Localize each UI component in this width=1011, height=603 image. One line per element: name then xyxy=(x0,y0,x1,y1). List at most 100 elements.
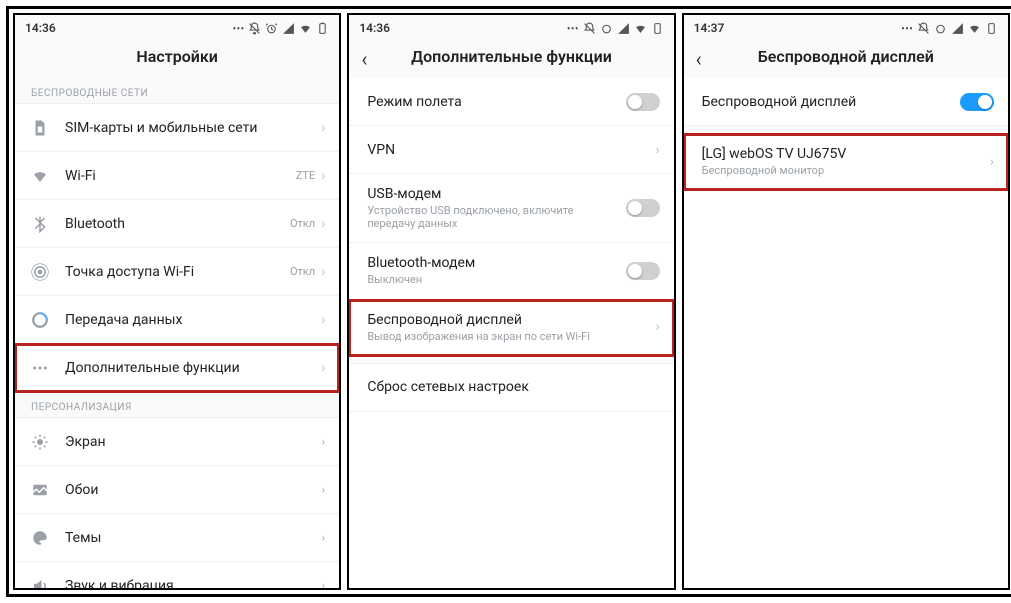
sublabel: Устройство USB подключено, включите пере… xyxy=(367,204,611,230)
brightness-icon xyxy=(29,433,51,451)
label: Сброс сетевых настроек xyxy=(367,379,659,395)
title-bar: ‹ Беспроводной дисплей xyxy=(684,39,1008,78)
label: Темы xyxy=(65,530,307,546)
wifi-icon xyxy=(299,22,312,35)
title-bar: ‹ Дополнительные функции xyxy=(349,39,673,78)
alarm-icon xyxy=(600,22,613,35)
chevron-right-icon: › xyxy=(321,482,325,498)
bell-off-icon xyxy=(917,22,930,35)
label: Беспроводной дисплей xyxy=(702,94,946,110)
row-themes[interactable]: Темы › xyxy=(15,514,339,562)
page-title: Настройки xyxy=(136,47,218,66)
signal-icon xyxy=(282,22,295,35)
more-icon: ⋯ xyxy=(232,21,244,35)
row-wireless-display[interactable]: Беспроводной дисплей Вывод изображения н… xyxy=(349,300,673,356)
wifi-icon xyxy=(29,167,51,185)
hotspot-icon xyxy=(29,263,51,281)
label: Беспроводной дисплей xyxy=(367,312,641,328)
chevron-right-icon: › xyxy=(655,319,659,335)
device-name: [LG] webOS TV UJ675V xyxy=(702,146,976,162)
chevron-right-icon: › xyxy=(321,168,325,184)
more-list[interactable]: Режим полета VPN › USB-модем Устройство … xyxy=(349,78,673,588)
row-airplane[interactable]: Режим полета xyxy=(349,78,673,126)
screen-settings: 14:36 ⋯ Настройки БЕСПРОВОДНЫЕ СЕТИ SIM-… xyxy=(13,13,341,590)
row-more-functions[interactable]: Дополнительные функции › xyxy=(15,344,339,392)
wifi-icon xyxy=(968,22,981,35)
more-icon: ⋯ xyxy=(567,21,579,35)
label: Точка доступа Wi-Fi xyxy=(65,264,276,280)
row-wdisplay-toggle[interactable]: Беспроводной дисплей xyxy=(684,78,1008,126)
battery-icon xyxy=(985,22,998,35)
label: Звук и вибрация xyxy=(65,578,307,589)
chevron-right-icon: › xyxy=(321,120,325,136)
status-icons: ⋯ xyxy=(232,21,329,35)
divider xyxy=(349,356,673,364)
wifi-status: ZTE xyxy=(296,169,315,182)
row-bluetooth[interactable]: Bluetooth Откл › xyxy=(15,200,339,248)
label: Дополнительные функции xyxy=(65,360,307,376)
row-sound[interactable]: Звук и вибрация › xyxy=(15,562,339,588)
row-data[interactable]: Передача данных › xyxy=(15,296,339,344)
chevron-right-icon: › xyxy=(321,434,325,450)
battery-icon xyxy=(651,22,664,35)
speaker-icon xyxy=(29,577,51,589)
status-time: 14:36 xyxy=(25,21,56,35)
section-wireless: БЕСПРОВОДНЫЕ СЕТИ xyxy=(15,78,339,104)
image-icon xyxy=(29,481,51,499)
label: Wi-Fi xyxy=(65,168,282,184)
status-bar: 14:37 ⋯ xyxy=(684,15,1008,39)
signal-icon xyxy=(951,22,964,35)
row-device-lg-tv[interactable]: [LG] webOS TV UJ675V Беспроводной монито… xyxy=(684,134,1008,190)
label: Экран xyxy=(65,434,307,450)
status-bar: 14:36 ⋯ xyxy=(349,15,673,39)
usb-toggle[interactable] xyxy=(626,199,660,217)
sublabel: Вывод изображения на экран по сети Wi-Fi xyxy=(367,330,641,343)
chevron-right-icon: › xyxy=(655,142,659,158)
row-display[interactable]: Экран › xyxy=(15,418,339,466)
row-wallpaper[interactable]: Обои › xyxy=(15,466,339,514)
row-sim[interactable]: SIM-карты и мобильные сети › xyxy=(15,104,339,152)
sublabel: Выключен xyxy=(367,273,611,286)
wifi-icon xyxy=(634,22,647,35)
label: Bluetooth-модем xyxy=(367,255,611,271)
divider xyxy=(684,126,1008,134)
section-personalization: ПЕРСОНАЛИЗАЦИЯ xyxy=(15,392,339,418)
status-time: 14:36 xyxy=(359,21,390,35)
chevron-right-icon: › xyxy=(321,216,325,232)
label: Режим полета xyxy=(367,94,611,110)
label: SIM-карты и мобильные сети xyxy=(65,120,307,136)
palette-icon xyxy=(29,529,51,547)
bt-tether-toggle[interactable] xyxy=(626,262,660,280)
hotspot-status: Откл xyxy=(290,265,315,278)
page-title: Беспроводной дисплей xyxy=(758,47,934,66)
bt-status: Откл xyxy=(290,217,315,230)
back-button[interactable]: ‹ xyxy=(696,47,702,71)
back-button[interactable]: ‹ xyxy=(361,47,367,71)
row-network-reset[interactable]: Сброс сетевых настроек xyxy=(349,364,673,412)
row-wifi[interactable]: Wi-Fi ZTE › xyxy=(15,152,339,200)
signal-icon xyxy=(617,22,630,35)
label: Bluetooth xyxy=(65,216,276,232)
bell-off-icon xyxy=(583,22,596,35)
row-vpn[interactable]: VPN › xyxy=(349,126,673,174)
bell-off-icon xyxy=(248,22,261,35)
chevron-right-icon: › xyxy=(321,264,325,280)
battery-icon xyxy=(316,22,329,35)
title-bar: Настройки xyxy=(15,39,339,78)
status-icons: ⋯ xyxy=(901,21,998,35)
more-icon: ⋯ xyxy=(901,21,913,35)
chevron-right-icon: › xyxy=(321,360,325,376)
settings-list[interactable]: БЕСПРОВОДНЫЕ СЕТИ SIM-карты и мобильные … xyxy=(15,78,339,588)
row-usb-tether[interactable]: USB-модем Устройство USB подключено, вкл… xyxy=(349,174,673,243)
tutorial-frame: 14:36 ⋯ Настройки БЕСПРОВОДНЫЕ СЕТИ SIM-… xyxy=(6,6,1011,597)
wdisplay-list[interactable]: Беспроводной дисплей [LG] webOS TV UJ675… xyxy=(684,78,1008,588)
screen-wireless-display: 14:37 ⋯ ‹ Беспроводной дисплей Беспровод… xyxy=(682,13,1010,590)
sim-icon xyxy=(29,119,51,137)
status-icons: ⋯ xyxy=(567,21,664,35)
device-sub: Беспроводной монитор xyxy=(702,164,976,177)
more-horizontal-icon xyxy=(29,359,51,377)
airplane-toggle[interactable] xyxy=(626,93,660,111)
wdisplay-toggle[interactable] xyxy=(960,93,994,111)
row-hotspot[interactable]: Точка доступа Wi-Fi Откл › xyxy=(15,248,339,296)
row-bt-tether[interactable]: Bluetooth-модем Выключен xyxy=(349,243,673,299)
